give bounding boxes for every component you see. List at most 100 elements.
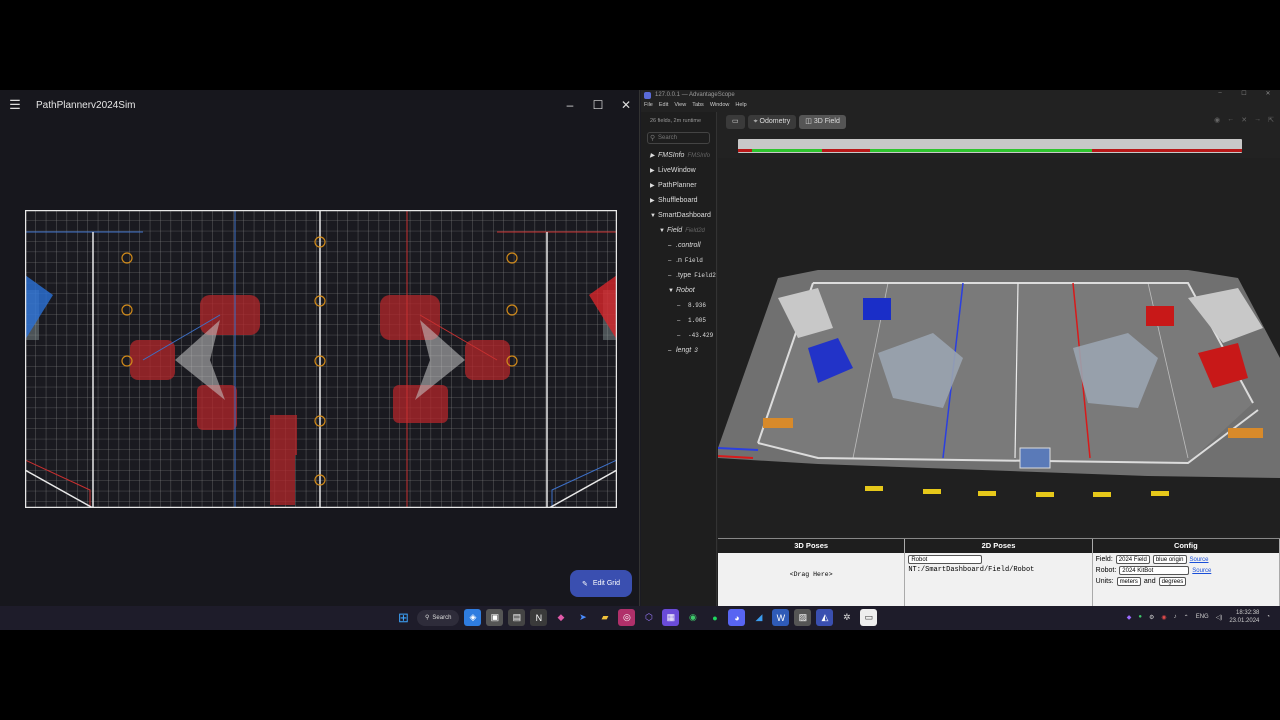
dash-icon[interactable]: – bbox=[668, 269, 676, 283]
field-select[interactable]: 2024 Field bbox=[1115, 555, 1150, 564]
app-hex-icon[interactable]: ⬡ bbox=[640, 609, 657, 626]
tree-item-value: FMSInfo bbox=[687, 153, 711, 159]
field-sidebar: 26 fields, 2m runtime Search ▶FMSInfoFMS… bbox=[641, 112, 717, 606]
field-source-link[interactable]: Source bbox=[1190, 557, 1209, 563]
hamburger-menu-icon[interactable]: ☰ bbox=[0, 97, 30, 113]
menu-help[interactable]: Help bbox=[735, 102, 746, 108]
tree-item[interactable]: –.typeField2d bbox=[641, 268, 716, 283]
tree-item-value: 1.005 bbox=[688, 317, 707, 324]
caret-down-icon[interactable]: ▼ bbox=[659, 224, 667, 238]
tree-item[interactable]: ▶ Shuffleboard bbox=[641, 193, 716, 208]
notepad-icon[interactable]: ▭ bbox=[860, 609, 878, 626]
dash-icon[interactable]: – bbox=[668, 254, 676, 268]
pose2d-type-select[interactable]: Robot bbox=[908, 555, 983, 564]
word-icon[interactable]: W bbox=[772, 609, 790, 626]
angle-units-select[interactable]: degrees bbox=[1158, 577, 1187, 586]
vscode-icon[interactable]: ◢ bbox=[750, 609, 767, 626]
arrow-left-icon[interactable]: ← bbox=[1227, 116, 1234, 124]
app-purple-icon[interactable]: ▦ bbox=[662, 609, 680, 626]
caret-right-icon[interactable]: ▶ bbox=[650, 149, 658, 163]
sidebar-search-input[interactable]: Search bbox=[647, 132, 710, 144]
close-icon[interactable]: ✕ bbox=[1256, 90, 1280, 97]
field-2d-grid[interactable] bbox=[25, 210, 617, 508]
robot-source-link[interactable]: Source bbox=[1192, 568, 1211, 574]
field-3d-view[interactable] bbox=[718, 158, 1280, 536]
edit-grid-button[interactable]: ✎ Edit Grid bbox=[570, 570, 632, 597]
menu-edit[interactable]: Edit bbox=[659, 102, 668, 108]
tree-item[interactable]: – lengt 3 bbox=[641, 343, 716, 358]
tray-settings-icon[interactable]: ⚙ bbox=[1149, 614, 1154, 621]
tree-item[interactable]: ▶ LiveWindow bbox=[641, 163, 716, 178]
terminal-icon[interactable]: ▤ bbox=[508, 609, 526, 626]
tab-3d-field[interactable]: ◫ 3D Field bbox=[799, 115, 846, 129]
popout-icon[interactable]: ⇱ bbox=[1268, 116, 1274, 124]
tray-alert-icon[interactable]: ◉ bbox=[1161, 614, 1166, 621]
app-pink-icon[interactable]: ◎ bbox=[618, 609, 636, 626]
dash-icon[interactable]: – bbox=[677, 299, 685, 313]
tree-item-value: 3 bbox=[694, 347, 698, 354]
windows-start-icon[interactable]: ⊞ bbox=[395, 609, 412, 626]
pathplanner-taskbar-icon[interactable]: ✲ bbox=[838, 609, 855, 626]
notion-icon[interactable]: N bbox=[530, 609, 548, 626]
timeline-bar[interactable] bbox=[738, 139, 1242, 153]
tree-item[interactable]: – .n Field bbox=[641, 253, 716, 268]
tree-item[interactable]: ▶ FMSInfo FMSInfo bbox=[641, 148, 716, 163]
close-icon[interactable]: ✕ bbox=[612, 90, 640, 120]
tree-item[interactable]: – .controll bbox=[641, 238, 716, 253]
chevron-up-icon[interactable]: ⌃ bbox=[1184, 614, 1189, 621]
language-indicator[interactable]: ENG bbox=[1196, 614, 1209, 620]
close-tab-icon[interactable]: ✕ bbox=[1241, 116, 1247, 124]
tray-status-icon[interactable]: ● bbox=[1138, 614, 1142, 620]
spotify-icon[interactable]: ● bbox=[706, 609, 723, 626]
file-explorer-icon[interactable]: ▰ bbox=[596, 609, 613, 626]
tab-odometry[interactable]: ⌖ Odometry bbox=[747, 115, 797, 129]
robot-select[interactable]: 2024 KitBot bbox=[1119, 566, 1190, 575]
caret-down-icon[interactable]: ▼ bbox=[668, 284, 676, 298]
caret-down-icon[interactable]: ▼ bbox=[650, 209, 658, 223]
minimize-icon[interactable]: – bbox=[1208, 90, 1232, 97]
tree-item[interactable]: –1.005 bbox=[641, 313, 716, 328]
dash-icon[interactable]: – bbox=[677, 329, 685, 343]
task-view-icon[interactable]: ▣ bbox=[486, 609, 504, 626]
app-arrow-icon[interactable]: ➤ bbox=[574, 609, 591, 626]
widgets-icon[interactable]: ◈ bbox=[464, 609, 482, 626]
caret-right-icon[interactable]: ▶ bbox=[650, 179, 658, 193]
drag-here-target[interactable]: <Drag Here> bbox=[718, 571, 904, 578]
tab-home[interactable]: ▭ bbox=[726, 115, 745, 129]
app-photos-icon[interactable]: ▨ bbox=[794, 609, 812, 626]
menu-tabs[interactable]: Tabs bbox=[692, 102, 704, 108]
maximize-icon[interactable]: ☐ bbox=[584, 90, 612, 120]
caret-right-icon[interactable]: ▶ bbox=[650, 194, 658, 208]
arrow-right-icon[interactable]: → bbox=[1254, 116, 1261, 124]
tree-item[interactable]: ▼ SmartDashboard bbox=[641, 208, 716, 223]
origin-select[interactable]: blue origin bbox=[1152, 555, 1187, 564]
maximize-icon[interactable]: ☐ bbox=[1232, 90, 1256, 97]
tree-item[interactable]: –8.936 bbox=[641, 298, 716, 313]
tree-item[interactable]: ▼ Field Field2d bbox=[641, 223, 716, 238]
menu-window[interactable]: Window bbox=[710, 102, 730, 108]
dash-icon[interactable]: – bbox=[668, 344, 676, 358]
clock[interactable]: 18:32:38 23.01.2024 bbox=[1229, 609, 1259, 625]
tree-item[interactable]: ▼ Robot bbox=[641, 283, 716, 298]
discord-icon[interactable]: ◕ bbox=[728, 609, 746, 626]
pathplanner-title: PathPlannerv2024Sim bbox=[36, 99, 136, 111]
minimize-icon[interactable]: – bbox=[556, 90, 584, 120]
dash-icon[interactable]: – bbox=[677, 314, 685, 328]
advantagescope-taskbar-icon[interactable]: ◭ bbox=[816, 609, 834, 626]
menu-file[interactable]: File bbox=[644, 102, 653, 108]
edge-icon[interactable]: ◉ bbox=[684, 609, 701, 626]
microphone-icon[interactable]: ♪ bbox=[1174, 614, 1177, 620]
caret-right-icon[interactable]: ▶ bbox=[650, 164, 658, 178]
app-drop-icon[interactable]: ◆ bbox=[552, 609, 569, 626]
record-icon[interactable]: ◉ bbox=[1214, 116, 1220, 124]
menu-view[interactable]: View bbox=[674, 102, 686, 108]
taskbar-search[interactable]: ⚲ Search bbox=[417, 609, 460, 626]
notification-bell-icon[interactable]: ◔ bbox=[1266, 614, 1270, 620]
units-select[interactable]: meters bbox=[1116, 577, 1141, 586]
tree-item[interactable]: ▶ PathPlanner bbox=[641, 178, 716, 193]
tree-item[interactable]: – -43.429 bbox=[641, 328, 716, 343]
tab-3d-field-label: 3D Field bbox=[813, 118, 840, 125]
tray-app-icon[interactable]: ◆ bbox=[1127, 614, 1132, 621]
volume-icon[interactable]: ◁) bbox=[1216, 614, 1223, 621]
dash-icon[interactable]: – bbox=[668, 239, 676, 253]
